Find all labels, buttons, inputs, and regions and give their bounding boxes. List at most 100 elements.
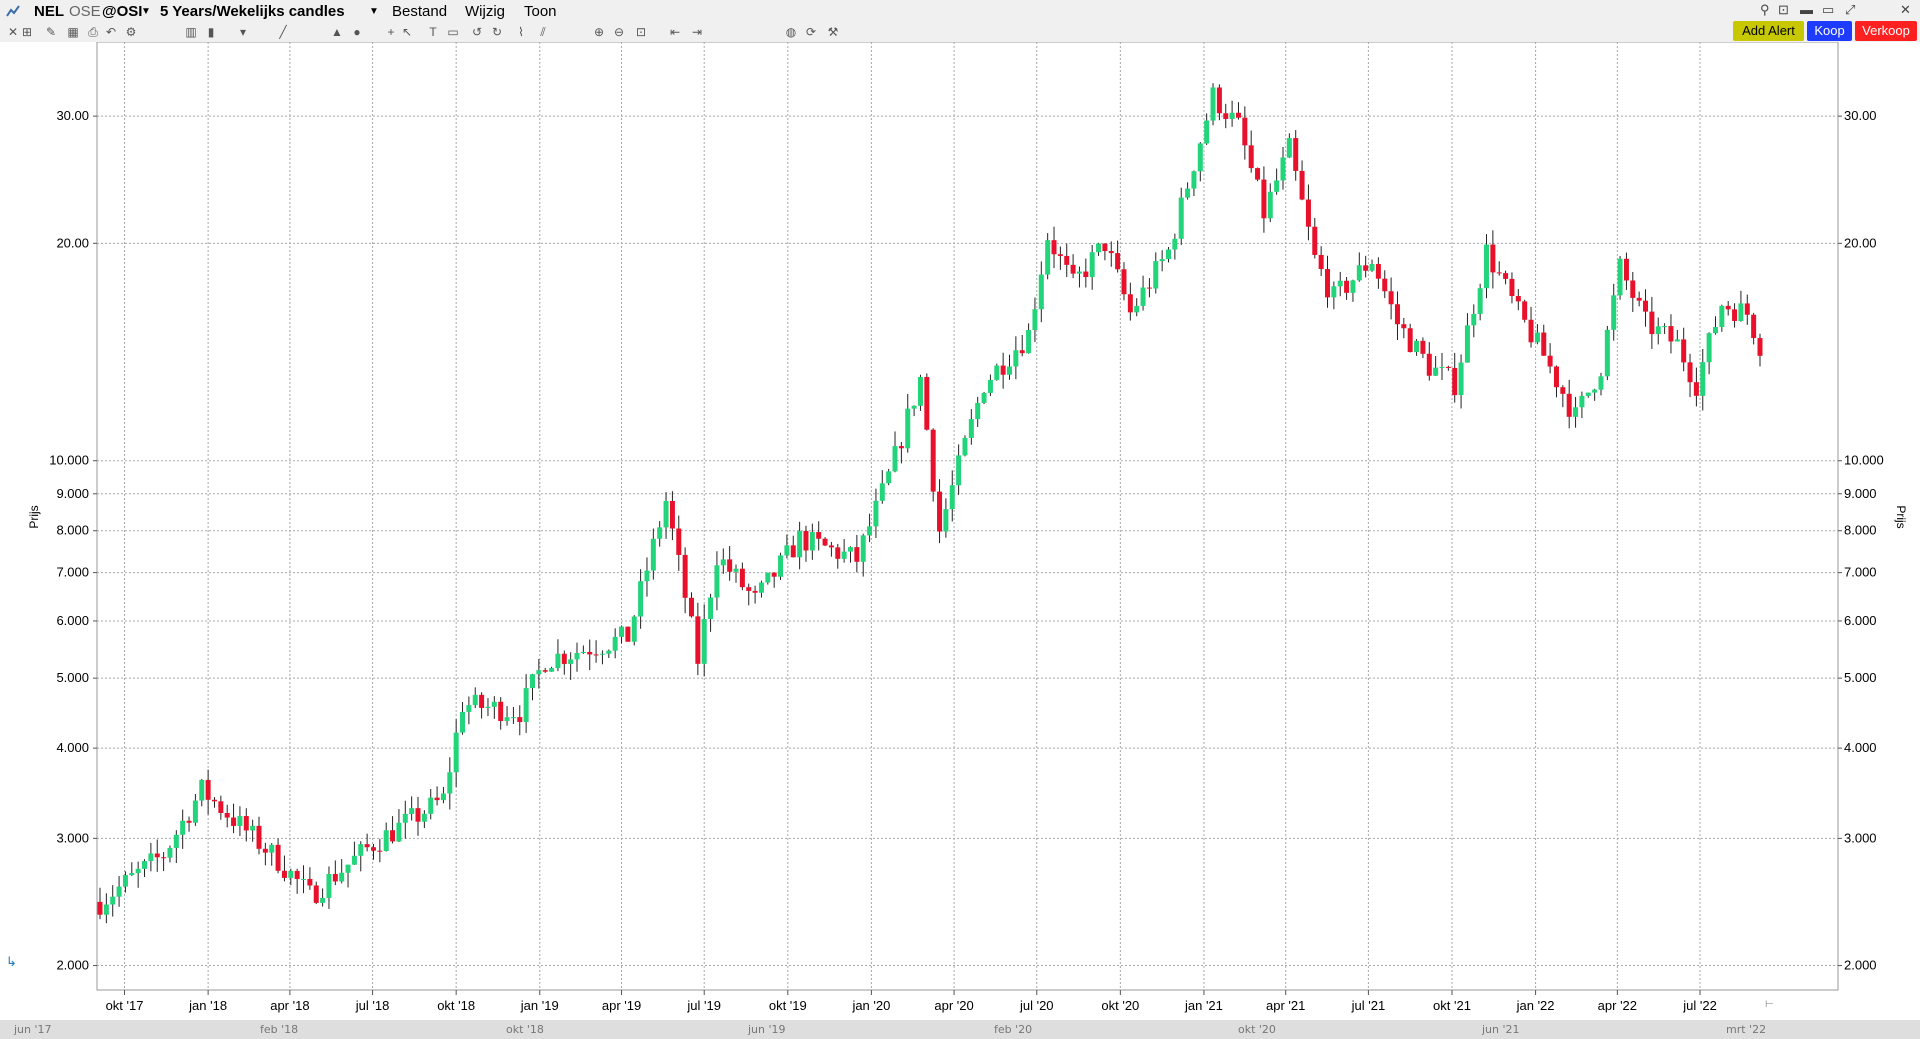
candle-up	[943, 509, 949, 532]
rectangle-icon[interactable]: ▭	[446, 25, 460, 39]
candle-down	[1070, 264, 1076, 274]
restore-icon[interactable]: ▭	[1822, 2, 1834, 18]
trend-icon[interactable]: ⌇	[514, 25, 528, 39]
candle-up	[142, 861, 148, 869]
text-icon[interactable]: T	[426, 25, 440, 39]
candle-down	[186, 820, 192, 823]
bar-chart-icon[interactable]: ▮	[204, 25, 218, 39]
candle-down	[542, 670, 548, 672]
x-tick-label: jul '19	[686, 998, 721, 1013]
print-icon[interactable]: ⎙	[86, 25, 100, 39]
candle-up	[453, 732, 459, 773]
price-chart[interactable]: 2.000 3.000 4.000 5.000 6.000 7.000 8.000 9.000…	[0, 42, 1920, 1018]
candle-up	[1191, 171, 1197, 189]
candle-up	[122, 875, 128, 887]
table-icon[interactable]: ▦	[66, 25, 80, 39]
cross-icon[interactable]: +	[384, 25, 398, 39]
line-chart-icon[interactable]: ▥	[184, 25, 198, 39]
candle-up	[180, 820, 186, 835]
link-icon[interactable]: ⊡	[1778, 2, 1789, 18]
globe-icon[interactable]: ●	[350, 25, 364, 39]
exchange-label[interactable]: OSE	[69, 3, 101, 20]
add-alert-button[interactable]: Add Alert	[1733, 21, 1804, 41]
candle-up	[733, 568, 739, 572]
fit-icon[interactable]: ⊡	[634, 25, 648, 39]
candle-down	[593, 654, 599, 656]
candle-down	[1083, 271, 1089, 278]
buy-button[interactable]: Koop	[1807, 21, 1852, 41]
fibonacci-icon[interactable]: ⫽	[536, 25, 550, 39]
candle-up	[975, 402, 981, 420]
candle-up	[167, 847, 173, 858]
undo-icon[interactable]: ↶	[104, 25, 118, 39]
period-selector[interactable]: 5 Years/Wekelijks candles	[160, 3, 345, 20]
pencil-icon[interactable]: ╱	[276, 25, 290, 39]
feed-selector[interactable]: @OSI	[102, 3, 142, 20]
symbol-label[interactable]: NEL	[34, 3, 64, 20]
settings-icon[interactable]: ⚙	[124, 25, 138, 39]
minimize-icon[interactable]: ▬	[1800, 2, 1813, 17]
candle-up	[1153, 261, 1159, 289]
candle-up	[1579, 395, 1585, 408]
y-axis-label-left: Prijs	[27, 505, 41, 528]
cursor-icon[interactable]: ↖	[400, 25, 414, 39]
area-icon[interactable]: ▲	[330, 25, 344, 39]
x-tick-label: okt '19	[769, 998, 807, 1013]
x-tick-label: jan '21	[1184, 998, 1223, 1013]
candle-up	[192, 800, 198, 823]
cursor-tool-icon[interactable]: ↳	[6, 954, 17, 969]
y-tick-label: 4.000	[1844, 740, 1877, 755]
candle-up	[968, 419, 974, 438]
menu-bar: NEL OSE @OSI ▼ 5 Years/Wekelijks candles…	[0, 0, 1920, 23]
dropdown-icon[interactable]: ▾	[236, 25, 250, 39]
draw-icon[interactable]: ✎	[44, 25, 58, 39]
y-tick-label: 9.000	[56, 486, 89, 501]
candle-down	[1382, 278, 1388, 292]
candle-down	[1242, 117, 1248, 146]
crosshair-icon[interactable]: ⊞	[20, 25, 34, 39]
period-dropdown-icon[interactable]: ▼	[369, 6, 379, 17]
tools-icon[interactable]: ⚒	[826, 25, 840, 39]
candle-down	[364, 844, 370, 848]
candle-up	[778, 555, 784, 577]
y-axis-right: 2.000 3.000 4.000 5.000 6.000 7.000 8.000 9.000…	[1838, 108, 1884, 973]
undo-arrow-icon[interactable]: ↺	[470, 25, 484, 39]
candle-down	[1547, 355, 1553, 367]
candle-down	[1057, 254, 1063, 256]
candle-up	[650, 538, 656, 571]
candle-up	[892, 446, 898, 472]
zoom-in-icon[interactable]: ⊕	[592, 25, 606, 39]
shift-left-icon[interactable]: ⇤	[668, 25, 682, 39]
candle-down	[332, 873, 338, 882]
menu-toon[interactable]: Toon	[524, 3, 557, 20]
candle-down	[1496, 272, 1502, 274]
candle-down	[1541, 332, 1547, 356]
shift-right-icon[interactable]: ⇥	[690, 25, 704, 39]
close-icon[interactable]: ✕	[6, 25, 20, 39]
redo-arrow-icon[interactable]: ↻	[490, 25, 504, 39]
close-window-icon[interactable]: ✕	[1900, 2, 1911, 18]
pin-icon[interactable]: ⚲	[1760, 2, 1770, 18]
feed-dropdown-icon[interactable]: ▼	[141, 6, 151, 17]
candle-up	[1076, 271, 1082, 274]
x-tick-label: apr '21	[1266, 998, 1305, 1013]
time-scroller[interactable]: jun '17 feb '18 okt '18 jun '19 feb '20 okt '…	[0, 1020, 1920, 1039]
y-tick-label: 7.000	[1844, 565, 1877, 580]
candle-up	[1534, 332, 1540, 343]
y-tick-label: 3.000	[1844, 830, 1877, 845]
world-icon[interactable]: ◍	[784, 25, 798, 39]
candle-up	[409, 808, 415, 814]
maximize-icon[interactable]: ⤢	[1845, 2, 1855, 18]
refresh-icon[interactable]: ⟳	[804, 25, 818, 39]
candle-down	[854, 547, 860, 562]
menu-wijzig[interactable]: Wijzig	[465, 3, 505, 20]
scroller-label: feb '20	[994, 1023, 1033, 1036]
candle-down	[822, 538, 828, 546]
menu-bestand[interactable]: Bestand	[392, 3, 447, 20]
sell-button[interactable]: Verkoop	[1855, 21, 1917, 41]
candle-down	[211, 799, 217, 802]
candle-up	[714, 565, 720, 598]
candle-up	[523, 688, 529, 723]
x-tick-label: apr '20	[934, 998, 973, 1013]
zoom-out-icon[interactable]: ⊖	[612, 25, 626, 39]
